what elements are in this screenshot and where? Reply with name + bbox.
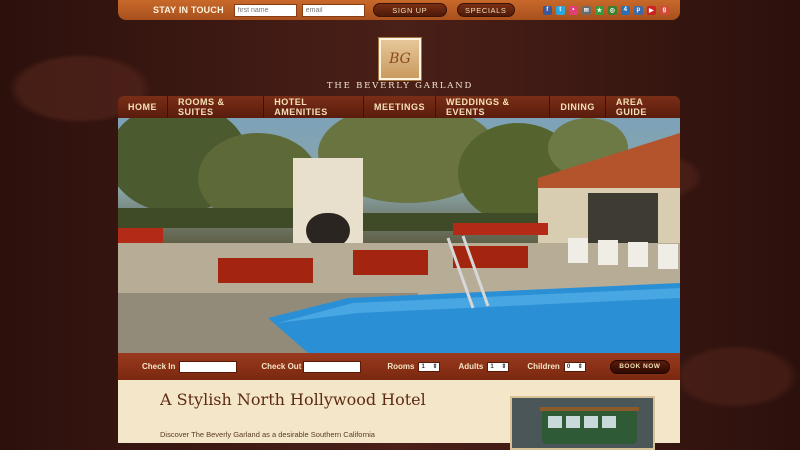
book-now-button[interactable]: BOOK NOW: [609, 359, 670, 374]
adults-value: 1: [490, 363, 494, 370]
main-nav: HOME ROOMS & SUITES HOTEL AMENITIES MEET…: [118, 96, 680, 118]
social-icons: f t • ✉ ★ ◎ 4 p ▶ g: [542, 5, 669, 15]
children-label: Children: [527, 362, 560, 371]
children-value: 0: [566, 363, 571, 370]
nav-home[interactable]: HOME: [118, 96, 168, 118]
flickr-icon[interactable]: •: [568, 5, 578, 15]
check-in-label: Check In: [142, 362, 176, 371]
pool-scene-illustration: [118, 118, 680, 353]
check-in-input[interactable]: [179, 360, 238, 373]
nav-meetings[interactable]: MEETINGS: [364, 96, 436, 118]
chevron-down-icon: ⇕: [501, 364, 507, 370]
stay-in-touch-label: STAY IN TOUCH: [153, 5, 224, 15]
check-out-label: Check Out: [261, 362, 302, 371]
chevron-down-icon: ⇕: [577, 364, 583, 370]
signup-button[interactable]: SIGN UP: [372, 3, 447, 17]
email-input[interactable]: [301, 3, 365, 17]
page-heading: A Stylish North Hollywood Hotel: [160, 390, 426, 409]
adults-select[interactable]: 1 ⇕: [487, 361, 510, 372]
foursquare-icon[interactable]: 4: [620, 5, 630, 15]
brand-monogram: BG: [389, 51, 411, 67]
hero-pool-image: [118, 118, 680, 353]
nav-area-guide[interactable]: AREA GUIDE: [606, 96, 680, 118]
email-icon[interactable]: ✉: [581, 5, 591, 15]
nav-hotel-amenities[interactable]: HOTEL AMENITIES: [264, 96, 364, 118]
rooms-value: 1: [421, 363, 425, 370]
pinterest-icon[interactable]: p: [633, 5, 643, 15]
adults-label: Adults: [458, 362, 484, 371]
children-select[interactable]: 0 ⇕: [563, 361, 586, 372]
nav-dining[interactable]: DINING: [550, 96, 606, 118]
facebook-icon[interactable]: f: [542, 5, 552, 15]
trolley-illustration: [512, 398, 653, 448]
chevron-down-icon: ⇕: [432, 364, 438, 370]
brand-name: THE BEVERLY GARLAND: [326, 81, 474, 91]
top-bar: STAY IN TOUCH SIGN UP SPECIALS f t • ✉ ★…: [118, 0, 680, 20]
nav-weddings-events[interactable]: WEDDINGS & EVENTS: [436, 96, 551, 118]
trolley-image[interactable]: [510, 396, 655, 450]
brand-logo[interactable]: BG: [379, 38, 421, 80]
yelp-icon[interactable]: ★: [594, 5, 604, 15]
check-out-input[interactable]: [303, 360, 362, 373]
first-name-input[interactable]: [233, 3, 297, 17]
rooms-select[interactable]: 1 ⇕: [418, 361, 441, 372]
intro-text: Discover The Beverly Garland as a desira…: [160, 430, 375, 439]
google-plus-icon[interactable]: g: [659, 5, 669, 15]
booking-bar: Check In Check Out Rooms 1 ⇕ Adults 1 ⇕ Ch…: [118, 353, 680, 380]
nav-rooms-suites[interactable]: ROOMS & SUITES: [168, 96, 265, 118]
tripadvisor-icon[interactable]: ◎: [607, 5, 617, 15]
youtube-icon[interactable]: ▶: [646, 5, 656, 15]
twitter-icon[interactable]: t: [555, 5, 565, 15]
rooms-label: Rooms: [387, 362, 415, 371]
main-content: A Stylish North Hollywood Hotel Discover…: [118, 380, 680, 450]
specials-button[interactable]: SPECIALS: [456, 3, 515, 17]
